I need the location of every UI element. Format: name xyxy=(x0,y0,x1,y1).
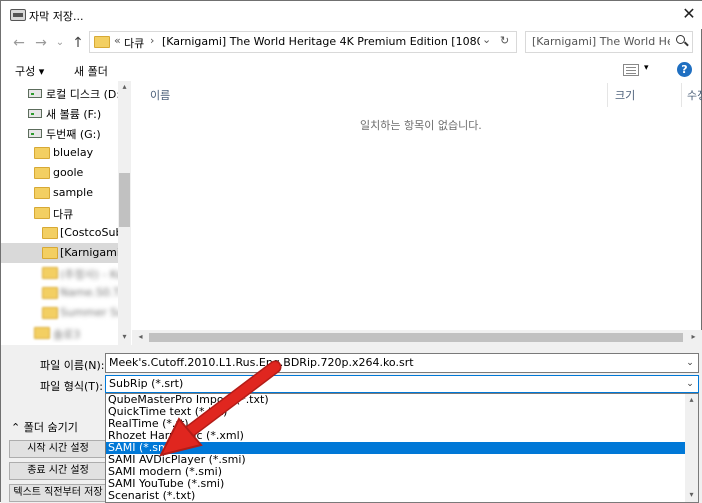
dropdown-option[interactable]: Scenarist (*.txt) xyxy=(106,490,685,502)
new-folder-button[interactable]: 새 폴더 xyxy=(74,63,108,79)
breadcrumb-item[interactable]: 다큐 xyxy=(124,35,144,51)
folder-icon xyxy=(94,36,110,48)
folder-icon xyxy=(34,187,50,199)
column-header-modified[interactable]: 수정 xyxy=(687,87,702,103)
nav-item-label: Name.S0.T3 xyxy=(60,286,119,299)
nav-item-blurred[interactable]: 솔로3 xyxy=(1,323,119,343)
scroll-right-icon[interactable]: ▸ xyxy=(687,332,700,341)
nav-item-bluelay[interactable]: bluelay xyxy=(1,143,119,163)
nav-item-label: [Karnigami] T xyxy=(60,246,119,259)
folder-icon xyxy=(42,267,58,279)
dropdown-scrollbar[interactable]: ▴ ▾ xyxy=(685,394,698,502)
view-options-icon[interactable] xyxy=(623,64,639,76)
nav-item-drive-g[interactable]: 두번째 (G:) xyxy=(1,123,119,143)
start-time-button[interactable]: 시작 시간 설정 xyxy=(9,440,107,458)
breadcrumb-separator-icon: › xyxy=(150,34,155,47)
search-box[interactable]: [Karnigami] The World Herita... xyxy=(525,31,693,53)
empty-list-message: 일치하는 항목이 없습니다. xyxy=(360,119,482,132)
overflow-chevron-icon[interactable]: « xyxy=(114,34,121,47)
search-icon[interactable] xyxy=(676,35,688,47)
nav-item-blurred[interactable]: Summer Sub xyxy=(1,303,119,323)
hide-folders-button[interactable]: ⌃ 폴더 숨기기 xyxy=(11,419,78,435)
drive-icon xyxy=(28,89,42,98)
breadcrumb-item[interactable]: [Karnigami] The World Heritage 4K Premiu… xyxy=(162,35,480,48)
refresh-icon[interactable]: ↻ xyxy=(500,34,509,47)
column-header-name[interactable]: 이름 xyxy=(150,87,170,103)
nav-item-label: 두번째 (G:) xyxy=(46,128,101,141)
folder-icon xyxy=(34,207,50,219)
organize-button[interactable]: 구성 ▾ xyxy=(15,63,44,79)
dropdown-scroll-up-icon[interactable]: ▴ xyxy=(685,395,698,404)
nav-item-goole[interactable]: goole xyxy=(1,163,119,183)
dropdown-option[interactable]: Rhozet Harmonic (*.xml) xyxy=(106,430,685,442)
folder-icon xyxy=(34,327,50,339)
filename-value[interactable]: Meek's.Cutoff.2010.L1.Rus.Eng.BDRip.720p… xyxy=(109,356,414,369)
end-time-button[interactable]: 종료 시간 설정 xyxy=(9,462,107,480)
help-icon[interactable]: ? xyxy=(677,62,692,77)
nav-item-sample[interactable]: sample xyxy=(1,183,119,203)
nav-item-label: goole xyxy=(53,166,84,179)
nav-item-drive-d[interactable]: 로컬 디스크 (D:) xyxy=(1,83,119,103)
filename-input[interactable]: Meek's.Cutoff.2010.L1.Rus.Eng.BDRip.720p… xyxy=(105,353,699,373)
chevron-down-icon[interactable]: ⌄ xyxy=(482,33,491,46)
nav-item-label: (추정사) - Ko xyxy=(60,268,119,281)
close-button[interactable]: ✕ xyxy=(677,3,701,27)
scroll-left-icon[interactable]: ◂ xyxy=(134,332,147,341)
drive-icon xyxy=(28,129,42,138)
save-from-text-button[interactable]: 텍스트 직전부터 저장 xyxy=(9,484,107,502)
nav-item-drive-f[interactable]: 새 볼륨 (F:) xyxy=(1,103,119,123)
file-list-hscrollbar-thumb[interactable] xyxy=(149,333,683,342)
nav-item-label: 새 볼륨 (F:) xyxy=(46,108,102,121)
search-placeholder[interactable]: [Karnigami] The World Herita... xyxy=(532,35,670,48)
nav-item-label: 로컬 디스크 (D:) xyxy=(46,88,119,101)
nav-item-blurred[interactable]: (추정사) - Ko xyxy=(1,263,119,283)
folder-icon xyxy=(42,227,58,239)
nav-item-label: Summer Sub xyxy=(60,306,119,319)
app-icon xyxy=(10,9,26,21)
window-title: 자막 저장... xyxy=(29,10,84,23)
view-dropdown-icon[interactable]: ▾ xyxy=(644,63,649,73)
column-divider[interactable] xyxy=(681,83,682,107)
nav-scroll-up-icon[interactable]: ▴ xyxy=(118,82,131,91)
filetype-dropdown-list[interactable]: QubeMasterPro Import (*.txt) QuickTime t… xyxy=(105,393,699,503)
folder-icon xyxy=(42,247,58,259)
nav-item-label: 솔로3 xyxy=(53,328,81,341)
nav-item-label: bluelay xyxy=(53,146,94,159)
folder-icon xyxy=(34,167,50,179)
folder-icon xyxy=(34,147,50,159)
address-bar[interactable]: « 다큐 › [Karnigami] The World Heritage 4K… xyxy=(89,31,517,53)
folder-icon xyxy=(42,307,58,319)
filetype-select[interactable]: SubRip (*.srt) ⌄ xyxy=(105,375,699,393)
navigation-pane: 로컬 디스크 (D:) 새 볼륨 (F:) 두번째 (G:) bluelay g… xyxy=(1,81,131,345)
nav-scroll-down-icon[interactable]: ▾ xyxy=(118,332,131,341)
save-subtitle-dialog: 자막 저장... ✕ ← → ⌄ ↑ « 다큐 › [Karnigami] Th… xyxy=(0,0,702,503)
back-button[interactable]: ← xyxy=(10,34,28,52)
recent-locations-button[interactable]: ⌄ xyxy=(51,34,69,52)
nav-item-karnigami[interactable]: [Karnigami] T xyxy=(1,243,119,263)
nav-item-label: 다큐 xyxy=(53,208,74,221)
dropdown-option[interactable]: QuickTime text (*.txt) xyxy=(106,406,685,418)
nav-item-blurred[interactable]: Name.S0.T3 xyxy=(1,283,119,303)
nav-item-label: sample xyxy=(53,186,93,199)
title-bar: 자막 저장... ✕ xyxy=(1,1,702,29)
filetype-label: 파일 형식(T): xyxy=(40,380,103,393)
column-header-size[interactable]: 크기 xyxy=(615,87,635,103)
dropdown-scroll-down-icon[interactable]: ▾ xyxy=(685,490,698,499)
filename-label: 파일 이름(N): xyxy=(40,359,105,372)
forward-button[interactable]: → xyxy=(32,34,50,52)
filetype-value[interactable]: SubRip (*.srt) xyxy=(109,377,183,390)
up-button[interactable]: ↑ xyxy=(69,34,87,52)
nav-item-docu[interactable]: 다큐 xyxy=(1,203,119,223)
nav-item-label: [CostcoSubs] xyxy=(60,226,119,239)
chevron-down-icon[interactable]: ⌄ xyxy=(683,356,697,370)
folder-icon xyxy=(42,287,58,299)
nav-item-costcosubs[interactable]: [CostcoSubs] xyxy=(1,223,119,243)
column-divider[interactable] xyxy=(607,83,608,107)
nav-scrollbar-thumb[interactable] xyxy=(119,173,130,227)
chevron-down-icon[interactable]: ⌄ xyxy=(683,377,697,391)
drive-icon xyxy=(28,109,42,118)
